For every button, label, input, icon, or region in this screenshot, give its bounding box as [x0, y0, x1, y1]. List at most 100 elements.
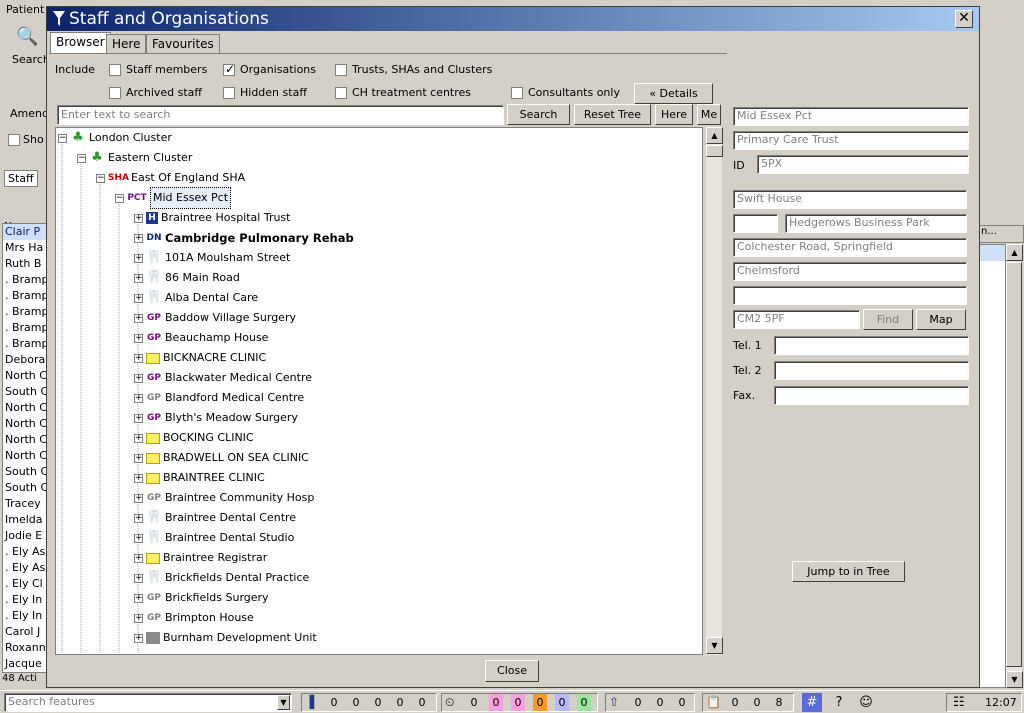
expand-icon[interactable]: + [134, 513, 143, 523]
ch-centres-checkbox[interactable]: CH treatment centres [335, 86, 471, 100]
list-item[interactable]: Imelda [3, 512, 47, 528]
ch-centres-box[interactable] [335, 87, 347, 99]
list-item[interactable]: North C [3, 448, 47, 464]
address-line-2-prefix[interactable] [733, 214, 778, 233]
expand-icon[interactable]: + [134, 393, 143, 403]
tab-favourites[interactable]: Favourites [146, 34, 220, 54]
address-line-1[interactable]: Swift House [733, 190, 967, 209]
list-item[interactable]: Mrs Ha [3, 240, 47, 256]
list-item[interactable]: Ruth B [3, 256, 47, 272]
collapse-icon[interactable]: − [96, 173, 105, 183]
address-line-5[interactable] [733, 286, 967, 305]
consultants-only-box[interactable] [511, 87, 523, 99]
expand-icon[interactable]: + [134, 333, 143, 343]
patient-menu[interactable]: Patient [6, 3, 44, 16]
expand-icon[interactable]: + [134, 213, 143, 223]
tab-browser[interactable]: Browser [50, 32, 111, 54]
tree-node[interactable]: + GP Blyth's Meadow Surgery [134, 408, 298, 428]
list-item[interactable]: South C [3, 464, 47, 480]
tree-node[interactable]: + BICKNACRE CLINIC [134, 348, 266, 368]
list-item[interactable]: . Ely As [3, 560, 47, 576]
details-button[interactable]: « Details [634, 83, 713, 104]
list-item[interactable]: . Bramp [3, 320, 47, 336]
consultants-only-checkbox[interactable]: Consultants only [511, 86, 620, 100]
expand-icon[interactable]: + [134, 593, 143, 603]
tree-scrollbar[interactable]: ▲ ▼ [705, 127, 723, 655]
grid-icon[interactable]: # [802, 693, 822, 712]
hidden-staff-checkbox[interactable]: Hidden staff [223, 86, 307, 100]
tree-node-eastern-cluster[interactable]: − ♣ Eastern Cluster [77, 148, 192, 168]
chevron-down-icon[interactable]: ▼ [277, 695, 290, 710]
staff-tab[interactable]: Staff [4, 170, 38, 187]
expand-icon[interactable]: + [134, 353, 143, 363]
expand-icon[interactable]: + [134, 473, 143, 483]
list-item[interactable]: . Bramp [3, 336, 47, 352]
expand-icon[interactable]: + [134, 313, 143, 323]
tel1-field[interactable] [774, 336, 969, 355]
organisation-tree[interactable]: − ♣ London Cluster − ♣ Eastern Cluster −… [55, 127, 703, 655]
address-line-3[interactable]: Colchester Road, Springfield [733, 238, 967, 257]
status-group-3[interactable]: ⇧ 0 0 0 [605, 693, 695, 712]
scroll-thumb[interactable] [1006, 262, 1022, 667]
organisations-box[interactable] [223, 62, 235, 76]
list-item[interactable]: . Bramp [3, 304, 47, 320]
dialog-titlebar[interactable]: Staff and Organisations ✕ [47, 7, 979, 31]
staff-members-checkbox[interactable]: Staff members [109, 63, 207, 77]
list-item[interactable]: Roxann [3, 640, 47, 656]
expand-icon[interactable]: + [134, 273, 143, 283]
tree-node[interactable]: + 🦷 Braintree Dental Centre [134, 508, 296, 528]
close-icon[interactable]: ✕ [955, 10, 973, 28]
list-item[interactable]: Jacque [3, 656, 47, 672]
tree-node[interactable]: + GP Blackwater Medical Centre [134, 368, 312, 388]
postcode-field[interactable]: CM2 5PF [733, 310, 860, 329]
list-item[interactable]: Clair P [3, 224, 47, 240]
me-button[interactable]: Me [697, 104, 721, 125]
show-checkbox[interactable]: Sho [8, 133, 44, 146]
expand-icon[interactable]: + [134, 293, 143, 303]
tree-node[interactable]: + 🦷 Braintree Dental Studio [134, 528, 294, 548]
help-icon[interactable]: ? [828, 693, 850, 712]
archived-staff-box[interactable] [109, 87, 121, 99]
scroll-down-button[interactable]: ▼ [706, 637, 723, 654]
find-button[interactable]: Find [863, 309, 913, 330]
list-item[interactable]: North C [3, 432, 47, 448]
jump-to-in-tree-button[interactable]: Jump to in Tree [792, 561, 905, 582]
trusts-checkbox[interactable]: Trusts, SHAs and Clusters [335, 63, 492, 77]
expand-icon[interactable]: + [134, 493, 143, 503]
expand-icon[interactable]: + [134, 533, 143, 543]
tree-node[interactable]: + 🦷 101A Moulsham Street [134, 248, 290, 268]
tree-node[interactable]: + H Braintree Hospital Trust [134, 208, 290, 228]
tree-node[interactable]: + DN Cambridge Pulmonary Rehab [134, 228, 354, 248]
list-item[interactable]: South C [3, 480, 47, 496]
expand-icon[interactable]: + [134, 633, 143, 643]
status-group-1[interactable]: ▐ 0 0 0 0 0 [301, 693, 437, 712]
tree-node[interactable]: + GP Brimpton House [134, 608, 254, 628]
collapse-icon[interactable]: − [58, 133, 67, 143]
column-header-partial[interactable]: n... [978, 225, 1024, 243]
scroll-thumb[interactable] [706, 145, 723, 157]
expand-icon[interactable]: + [134, 453, 143, 463]
expand-icon[interactable]: + [134, 233, 143, 243]
amend-label[interactable]: Amend [10, 107, 49, 120]
collapse-icon[interactable]: − [77, 153, 86, 163]
expand-icon[interactable]: + [134, 553, 143, 563]
scroll-up-button[interactable]: ▲ [706, 127, 723, 144]
status-group-4[interactable]: 📋 0 0 8 [702, 693, 794, 712]
background-scrollbar[interactable]: ▲ ▼ [1006, 244, 1023, 688]
list-item[interactable]: North C [3, 400, 47, 416]
search-input[interactable]: Enter text to search [57, 105, 504, 125]
tree-node[interactable]: + 🦷 Brickfields Dental Practice [134, 568, 309, 588]
search-features-input[interactable]: Search features [4, 693, 292, 712]
list-item[interactable]: . Bramp [3, 288, 47, 304]
expand-icon[interactable]: + [134, 573, 143, 583]
list-item[interactable]: Carol J [3, 624, 47, 640]
address-line-2[interactable]: Hedgerows Business Park [785, 214, 967, 233]
tree-node-east-of-england-sha[interactable]: − SHA East Of England SHA [96, 168, 245, 188]
tree-node[interactable]: + 🦷 86 Main Road [134, 268, 240, 288]
scroll-down-button[interactable]: ▼ [1006, 671, 1023, 688]
tree-node-mid-essex-pct[interactable]: − PCT Mid Essex Pct [115, 187, 232, 209]
search-button[interactable]: Search [507, 104, 570, 125]
list-item[interactable]: . Ely In [3, 608, 47, 624]
staff-members-box[interactable] [109, 64, 121, 76]
scroll-up-button[interactable]: ▲ [1006, 244, 1023, 261]
